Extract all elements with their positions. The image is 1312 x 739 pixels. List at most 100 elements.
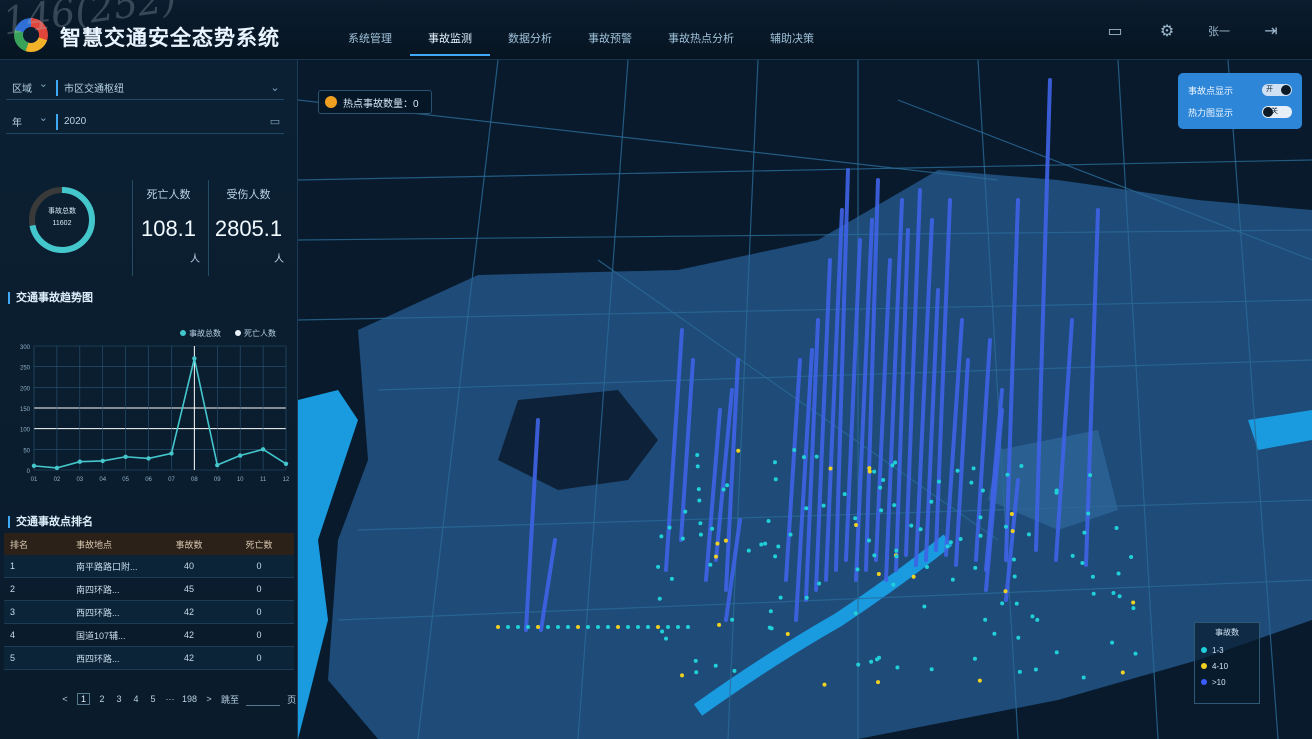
death-stat: 死亡人数 108.1 人 (132, 180, 204, 276)
user-name[interactable]: 张一 (1208, 23, 1230, 39)
monitor-icon[interactable]: ▭ (1104, 22, 1126, 40)
data-point (260, 447, 266, 452)
accident-point (697, 498, 702, 503)
accident-point (1120, 670, 1125, 675)
last-page-button[interactable]: 198 (182, 694, 197, 704)
accident-point (1070, 553, 1075, 558)
donut-center-text: 事故总数 11602 (26, 206, 98, 230)
page-button-5[interactable]: 5 (148, 694, 158, 704)
accident-point (723, 538, 728, 543)
accident-point (891, 582, 896, 587)
accident-point (606, 625, 610, 629)
accident-point (710, 526, 715, 531)
nav-item-1[interactable]: 系统管理 (330, 30, 410, 56)
accident-point (776, 544, 781, 549)
accident-point (877, 655, 882, 660)
data-point (237, 453, 243, 458)
accident-point (526, 625, 530, 629)
accident-point (980, 488, 985, 493)
gear-icon[interactable]: ⚙ (1156, 22, 1178, 40)
logout-icon[interactable]: ⇥ (1260, 22, 1282, 40)
data-point (283, 461, 289, 466)
accident-point (792, 448, 797, 453)
map-legend-item: >10 (1201, 674, 1253, 690)
accident-point (772, 460, 777, 465)
table-row[interactable]: 4 国道107辅... 42 0 (4, 624, 294, 647)
table-row[interactable]: 2 南四环路... 45 0 (4, 578, 294, 601)
accident-point (978, 515, 983, 520)
page-button-2[interactable]: 2 (97, 694, 107, 704)
x-tick-label: 04 (99, 477, 106, 483)
goto-page-input[interactable] (246, 692, 281, 706)
deaths-cell: 0 (256, 653, 262, 663)
deaths-cell: 0 (256, 607, 262, 617)
goto-label: 跳至 (221, 694, 240, 705)
nav-item-2[interactable]: 事故监测 (410, 30, 490, 56)
city-map-3d[interactable] (298, 60, 1312, 739)
chevron-down-icon[interactable]: ⌄ (266, 81, 284, 94)
table-row[interactable]: 1 南平路路口附... 40 0 (4, 555, 294, 578)
accident-point (696, 487, 701, 492)
page-suffix: 页 (287, 694, 297, 705)
accident-point (1091, 591, 1096, 596)
year-filter-label[interactable]: 年 (6, 111, 56, 129)
accident-point (1010, 529, 1015, 534)
nav-item-4[interactable]: 事故预警 (570, 30, 650, 56)
legend-dot-icon (180, 330, 186, 336)
accident-point (854, 522, 859, 527)
injury-stat: 受伤人数 2805.1 人 (208, 180, 288, 276)
table-row[interactable]: 3 西四环路... 42 0 (4, 601, 294, 624)
page-ellipsis[interactable]: ··· (165, 694, 175, 704)
toggle-heatmap-label: 热力图显示 (1188, 107, 1234, 118)
accident-point (708, 562, 713, 567)
area-filter[interactable]: 区域 市区交通枢纽 ⌄ (6, 76, 284, 100)
y-tick-label: 50 (23, 448, 30, 454)
accident-point (693, 658, 698, 663)
trend-legend-item[interactable]: 死亡人数 (235, 328, 276, 339)
accident-point (804, 595, 809, 600)
accident-points-switch[interactable]: 开 (1262, 84, 1292, 96)
left-panel: 区域 市区交通枢纽 ⌄ 年 2020 ▭ 事故总数 11602 死亡人数 108… (0, 60, 298, 739)
year-filter[interactable]: 年 2020 ▭ (6, 110, 284, 134)
accident-point (1000, 601, 1005, 606)
table-row[interactable]: 5 西四环路... 42 0 (4, 647, 294, 670)
accident-point (958, 536, 963, 541)
accident-point (732, 668, 737, 673)
y-tick-label: 250 (20, 366, 31, 372)
accident-point (804, 506, 809, 511)
nav-item-3[interactable]: 数据分析 (490, 30, 570, 56)
page-button-3[interactable]: 3 (114, 694, 124, 704)
nav-item-6[interactable]: 辅助决策 (752, 30, 832, 56)
accident-point (876, 571, 881, 576)
rank-cell: 2 (10, 584, 16, 594)
ranking-section-title: 交通事故点排名 (8, 516, 93, 528)
calendar-icon[interactable]: ▭ (266, 115, 284, 128)
page-button-1[interactable]: 1 (77, 693, 91, 705)
accident-point (853, 611, 858, 616)
page-button-4[interactable]: 4 (131, 694, 141, 704)
accident-point (1129, 554, 1134, 559)
accident-point (713, 554, 718, 559)
accident-point (893, 460, 898, 465)
x-tick-label: 06 (145, 477, 152, 483)
rank-cell: 1 (10, 561, 16, 571)
accident-point (667, 525, 672, 530)
header-tools: ▭ ⚙ 张一 ⇥ (1104, 22, 1282, 40)
area-filter-label[interactable]: 区域 (6, 77, 56, 95)
prev-page-button[interactable]: < (60, 694, 70, 704)
accident-point (972, 656, 977, 661)
legend-dot-icon (1201, 663, 1207, 669)
heatmap-switch[interactable]: 关 (1262, 106, 1292, 118)
accident-point (1111, 590, 1116, 595)
year-filter-value[interactable]: 2020 (64, 116, 266, 127)
accident-point (983, 617, 988, 622)
count-cell: 42 (183, 653, 194, 663)
hotspot-count-text: 热点事故数量：0 (343, 98, 419, 110)
pagination: <1 2 3 4 5 ··· 198 > 跳至 页 (60, 692, 296, 706)
nav-item-5[interactable]: 事故热点分析 (650, 30, 752, 56)
accident-point (814, 454, 819, 459)
area-filter-value[interactable]: 市区交通枢纽 (64, 80, 266, 95)
trend-legend-item[interactable]: 事故总数 (180, 328, 221, 339)
accident-point (879, 508, 884, 513)
next-page-button[interactable]: > (204, 694, 214, 704)
